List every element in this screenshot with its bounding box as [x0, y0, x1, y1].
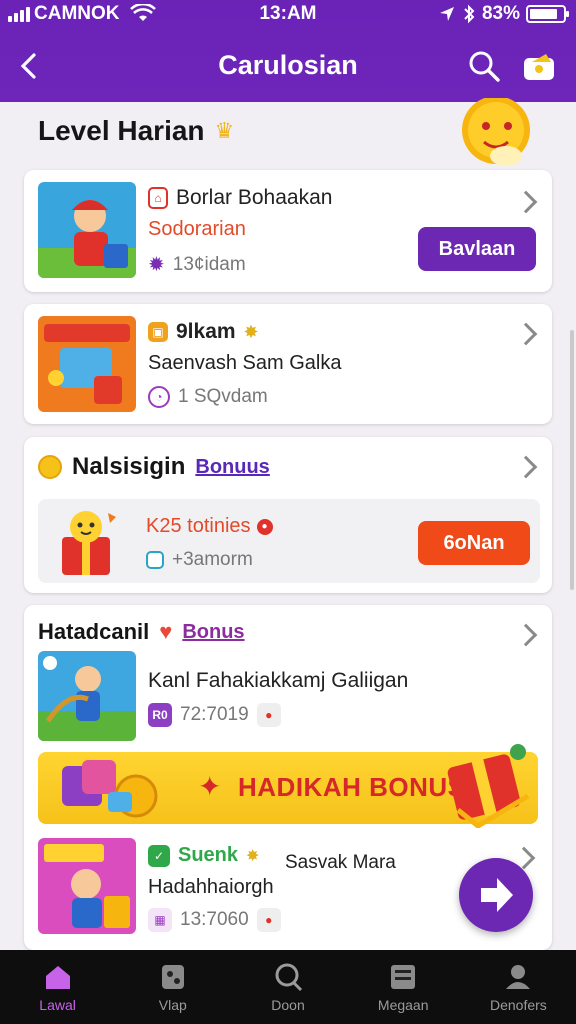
item-title: Borlar Bohaakan — [176, 186, 333, 209]
game-thumbnail — [38, 651, 136, 741]
reward-row: K25 totinies ● — [146, 515, 273, 538]
item-meta: ◔ 1 SQvdam — [148, 386, 268, 408]
scrollbar[interactable] — [570, 330, 574, 590]
tab-profile[interactable]: Denofers — [461, 950, 576, 1024]
box-icon — [391, 965, 416, 989]
level-item-card-2[interactable]: ▣ 9lkam ✸ Saenvash Sam Galka ◔ 1 SQvdam — [24, 304, 552, 424]
timer-icon — [146, 551, 164, 569]
sparkle-icon: ✸ — [243, 321, 259, 342]
tab-search[interactable]: Doon — [230, 950, 345, 1024]
chevron-right-icon — [514, 322, 538, 346]
chevron-right-icon — [514, 623, 538, 647]
check-icon: ✓ — [148, 844, 170, 867]
promo-card[interactable]: Nalsisigin Bonuus K25 totinies ● +3amorm… — [24, 437, 552, 593]
crown-icon: ♛ — [214, 118, 235, 143]
tab-label: Lawal — [39, 997, 76, 1013]
tab-home[interactable]: Lawal — [0, 950, 115, 1024]
promo-meta-text: +3amorm — [172, 549, 253, 570]
feed-item2-subtitle: Hadahhaiorgh — [148, 876, 274, 898]
battery-percent: 83% — [481, 3, 520, 24]
promo-meta: +3amorm — [146, 549, 253, 571]
game-thumbnail — [38, 316, 136, 412]
calendar-icon: ▦ — [148, 908, 172, 932]
tab-label: Doon — [271, 997, 305, 1013]
feed-title-row: Hatadcanil ♥ Bonus — [38, 619, 245, 645]
heart-icon: ♥ — [159, 619, 173, 644]
bluetooth-icon — [464, 4, 475, 24]
clock-icon: ◔ — [148, 386, 170, 408]
tab-games[interactable]: Vlap — [115, 950, 230, 1024]
bonus-link[interactable]: Bonuus — [195, 456, 269, 479]
section-title-text: Level Harian — [38, 115, 205, 146]
ticket-icon[interactable] — [520, 46, 560, 86]
next-fab-button[interactable] — [459, 858, 533, 932]
flame-icon: ● — [256, 518, 273, 535]
game-thumbnail — [38, 182, 136, 278]
coin-icon — [38, 455, 62, 479]
feed-item2-tag: Suenk — [178, 844, 239, 866]
user-icon — [506, 965, 531, 989]
item-title: 9lkam — [176, 320, 236, 343]
promo-title-row: Nalsisigin Bonuus — [38, 453, 270, 481]
item-subtitle: Saenvash Sam Galka — [148, 352, 342, 374]
gift-box-icon — [447, 744, 530, 828]
bonus-banner[interactable]: ✦ HADIKAH BONUS — [38, 744, 538, 828]
item-title-row: ⌂ Borlar Bohaakan — [148, 186, 332, 210]
gift-mascot-icon — [62, 511, 116, 575]
feed-item-title: Kanl Fahakiakkamj Galiigan — [148, 669, 409, 692]
home-icon — [45, 966, 70, 989]
chevron-right-icon — [514, 455, 538, 479]
reward-text: K25 totinies — [146, 515, 251, 537]
feed-item2-title: Sasvak Mara — [285, 852, 396, 873]
section-title: Level Harian ♛ — [38, 115, 234, 147]
gear-icon: ✹ — [148, 254, 165, 276]
item-meta-text: 1 SQvdam — [178, 386, 268, 407]
promo-claim-button[interactable]: 6oNan — [418, 521, 530, 565]
sparkle-icon: ✸ — [246, 847, 260, 865]
tag-icon: ▣ — [148, 322, 168, 342]
game-icon — [161, 965, 184, 989]
star-icon: ✦ — [198, 771, 222, 802]
feed-item-badge: R0 — [148, 703, 172, 727]
status-right: 83% — [438, 3, 569, 25]
location-icon — [439, 7, 454, 21]
bottom-tab-bar: Lawal Vlap Doon Megaan Denofers — [0, 950, 576, 1024]
house-icon: ⌂ — [148, 187, 168, 209]
promo-title: Nalsisigin — [72, 453, 186, 480]
item-meta-text: 13¢idam — [172, 253, 246, 275]
tab-inbox[interactable]: Megaan — [346, 950, 461, 1024]
chevron-right-icon — [514, 190, 538, 214]
battery-icon — [526, 5, 569, 23]
tab-label: Vlap — [158, 997, 187, 1013]
blocks-icon — [62, 760, 158, 818]
flame-icon: ● — [256, 908, 281, 932]
game-thumbnail — [38, 838, 136, 934]
tab-label: Megaan — [377, 997, 429, 1013]
claim-button[interactable]: Bavlaan — [418, 227, 536, 271]
item-title-row: ▣ 9lkam ✸ — [148, 320, 259, 344]
feed-item-meta: R0 72:7019 ● — [148, 703, 281, 727]
promo-inner: K25 totinies ● +3amorm 6oNan — [38, 499, 540, 583]
status-bar: CAMNOK 13:AM 83% — [0, 0, 576, 30]
search-icon[interactable] — [466, 48, 502, 84]
banner-text: HADIKAH BONUS — [238, 772, 466, 802]
feed-item2-meta: ▦ 13:7060 ● — [148, 908, 281, 932]
item-meta: ✹ 13¢idam — [148, 252, 246, 277]
item-subtitle: Sodorarian — [148, 218, 246, 240]
feed-title: Hatadcanil — [38, 619, 150, 644]
feed-item2-meta-text: 13:7060 — [180, 909, 249, 930]
feed-item2-tag-row: ✓ Suenk ✸ — [148, 844, 259, 867]
top-bar: CAMNOK 13:AM 83% Carulosian — [0, 0, 576, 102]
arrow-right-icon — [481, 878, 513, 912]
level-item-card-1[interactable]: ⌂ Borlar Bohaakan Sodorarian ✹ 13¢idam B… — [24, 170, 552, 292]
navigation-bar: Carulosian — [0, 38, 576, 94]
search-icon — [275, 963, 303, 992]
feed-item-meta-text: 72:7019 — [180, 704, 249, 725]
flame-icon: ● — [256, 703, 281, 727]
mascot-sticker-icon — [462, 98, 530, 166]
battery-fill — [530, 9, 557, 19]
feed-bonus-link[interactable]: Bonus — [182, 621, 244, 644]
tab-label: Denofers — [490, 997, 547, 1013]
